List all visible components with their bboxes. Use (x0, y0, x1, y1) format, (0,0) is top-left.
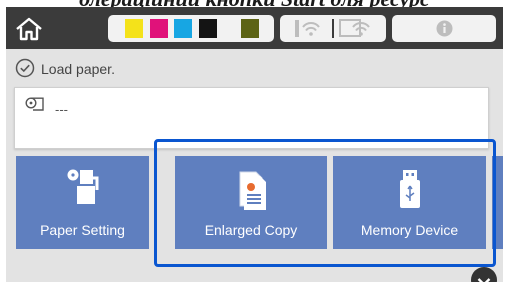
wifi-direct-icon (338, 18, 378, 44)
home-icon[interactable] (14, 16, 44, 42)
tile-paper-setting[interactable]: Paper Setting (16, 156, 149, 249)
paper-value: --- (55, 102, 68, 117)
focus-highlight (154, 139, 496, 267)
ink-magenta (150, 19, 168, 38)
tile-label: Paper Setting (40, 222, 125, 238)
wifi-icon (294, 18, 328, 44)
chevron-down-icon (477, 274, 491, 282)
ink-cyan (174, 19, 192, 38)
ink-black (199, 19, 217, 38)
ink-matte-black (241, 19, 259, 38)
info-icon (436, 20, 453, 42)
top-toolbar (6, 7, 503, 49)
check-circle-icon (15, 58, 35, 83)
network-status-button[interactable] (280, 15, 386, 42)
paper-setting-icon (63, 166, 103, 215)
status-bar: Load paper. (6, 49, 503, 89)
info-button[interactable] (392, 15, 496, 42)
ink-yellow (125, 19, 143, 38)
paper-roll-icon (25, 97, 47, 120)
ink-levels-button[interactable] (108, 15, 274, 42)
next-page-button[interactable] (471, 267, 497, 282)
network-separator (332, 19, 334, 38)
status-message: Load paper. (41, 61, 115, 77)
